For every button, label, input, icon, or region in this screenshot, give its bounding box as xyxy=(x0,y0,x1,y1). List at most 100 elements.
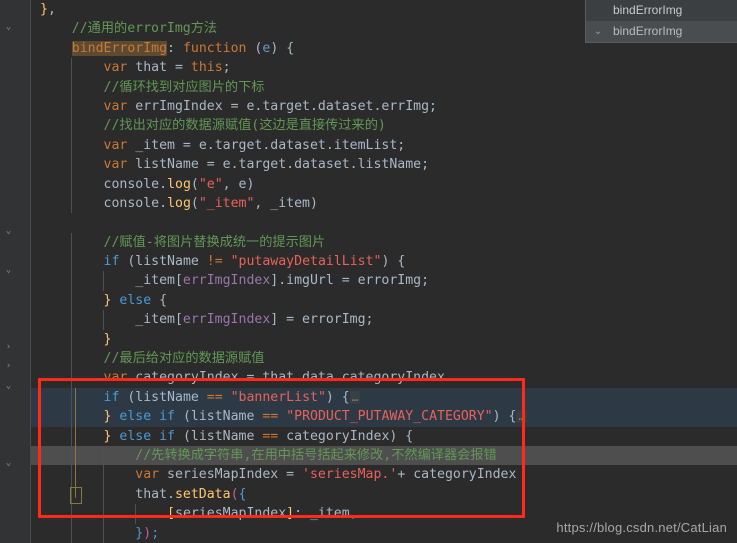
code-token: ( xyxy=(230,486,239,502)
code-line[interactable]: } else if (listName == "PRODUCT_PUTAWAY_… xyxy=(31,407,737,427)
indent-guide xyxy=(71,445,72,466)
code-token: else if xyxy=(119,409,175,425)
code-line[interactable]: //循环找到对应图片的下标 xyxy=(31,77,737,97)
code-line[interactable]: } xyxy=(31,329,737,350)
code-token: ( xyxy=(246,40,263,56)
code-token: ].imgUrl = errorImg; xyxy=(270,273,430,289)
code-token: "putawayDetailList" xyxy=(230,254,382,270)
code-line[interactable]: //先转换成字符串,在用中括号括起来修改,不然编译器会报错 xyxy=(31,445,737,466)
code-token: "PRODUCT_PUTAWAY_CATEGORY" xyxy=(286,409,493,425)
code-line[interactable]: //找出对应的数据源赋值(这边是直接传过来的) xyxy=(31,116,737,136)
code-token: errImgIndex xyxy=(182,273,271,289)
code-token: 'seriesMap.' xyxy=(302,467,398,483)
code-token: … xyxy=(516,410,528,424)
code-line[interactable]: _item[errImgIndex] = errorImg; xyxy=(31,310,737,330)
code-token: (listName xyxy=(119,389,207,405)
editor-gutter[interactable]: ⌄ ⌄ ⌄ › › ⌄ ⌄ xyxy=(0,0,31,543)
code-token: function xyxy=(182,40,247,56)
code-token: _item = e.target.dataset.itemList; xyxy=(127,137,406,153)
code-line[interactable]: //最后给对应的数据源赋值 xyxy=(31,349,737,369)
indent-guide xyxy=(71,329,72,350)
code-token: ) { xyxy=(492,409,517,425)
code-token: if xyxy=(103,389,120,405)
code-token: //找出对应的数据源赋值(这边是直接传过来的) xyxy=(103,118,386,134)
indent-guide xyxy=(71,116,72,136)
code-token: setData xyxy=(174,486,231,502)
indent-guide xyxy=(135,504,136,524)
bracket-match-guide xyxy=(75,388,76,498)
code-line[interactable]: } else if (listName == categoryIndex) { xyxy=(31,426,737,446)
code-token: ] = errorImg; xyxy=(270,312,374,328)
code-token: (listName xyxy=(175,428,263,444)
code-token: this xyxy=(190,60,223,76)
indent-guide xyxy=(71,135,72,156)
code-area[interactable]: }, //通用的errorImg方法 bindErrorImg: functio… xyxy=(31,0,737,543)
code-token: ] xyxy=(286,506,295,522)
fold-toggle-icon[interactable]: › xyxy=(3,361,14,372)
code-token: //赋值-将图片替换成统一的提示图片 xyxy=(103,234,326,250)
code-token: _item[ xyxy=(135,273,183,289)
fold-toggle-icon[interactable]: ⌄ xyxy=(3,381,14,392)
code-token: var xyxy=(103,60,128,76)
code-token: var xyxy=(103,370,128,386)
code-token: , e) xyxy=(222,176,255,192)
fold-toggle-icon[interactable]: › xyxy=(3,342,14,353)
code-token: , xyxy=(349,506,358,522)
code-line[interactable]: var listName = e.target.dataset.listName… xyxy=(31,155,737,175)
code-line[interactable]: if (listName == "bannerList") {… xyxy=(31,387,737,408)
code-token: //最后给对应的数据源赋值 xyxy=(103,351,265,367)
code-line[interactable]: var seriesMapIndex = 'seriesMap.'+ categ… xyxy=(31,465,737,485)
code-token: == xyxy=(206,389,223,405)
code-line[interactable] xyxy=(31,213,737,232)
code-token: ; xyxy=(222,60,231,76)
fold-toggle-icon[interactable]: ⌄ xyxy=(3,22,14,33)
code-token: ( xyxy=(190,195,199,211)
indent-guide xyxy=(103,465,104,485)
indent-guide xyxy=(71,193,72,214)
indent-guide xyxy=(103,310,104,330)
code-line[interactable]: } else { xyxy=(31,290,737,311)
code-line[interactable]: that.setData({ xyxy=(31,484,737,505)
code-line[interactable]: console.log("_item", _item) xyxy=(31,193,737,214)
code-line[interactable]: //赋值-将图片替换成统一的提示图片 xyxy=(31,232,737,253)
code-line[interactable]: var _item = e.target.dataset.itemList; xyxy=(31,135,737,156)
peek-row[interactable]: ⌄ bindErrorImg xyxy=(586,21,737,42)
code-token: } xyxy=(103,331,112,347)
indent-guide xyxy=(71,368,72,388)
code-token: //通用的errorImg方法 xyxy=(71,21,218,37)
code-token: "bannerList" xyxy=(230,389,326,405)
fold-toggle-icon[interactable]: ⌄ xyxy=(3,226,14,237)
code-line[interactable]: var errImgIndex = e.target.dataset.errIm… xyxy=(31,96,737,117)
indent-guide xyxy=(71,523,72,543)
code-token: //循环找到对应图片的下标 xyxy=(103,79,265,95)
chevron-down-icon[interactable]: ⌄ xyxy=(591,21,605,42)
indent-guide xyxy=(71,407,72,427)
indent-guide xyxy=(71,426,72,446)
code-line[interactable]: console.log("e", e) xyxy=(31,174,737,194)
indent-guide xyxy=(71,58,72,78)
code-token: errImgIndex xyxy=(182,312,271,328)
code-line[interactable]: var that = this; xyxy=(31,58,737,78)
code-line[interactable]: var categoryIndex = that.data.categoryIn… xyxy=(31,368,737,388)
code-token: errImgIndex = e.target.dataset.errImg; xyxy=(127,98,438,114)
code-token: : xyxy=(167,40,183,56)
code-token: ) { xyxy=(270,40,295,56)
code-token: ( xyxy=(190,176,199,192)
watermark: https://blog.csdn.net/CatLian xyxy=(556,520,727,535)
code-line[interactable]: if (listName != "putawayDetailList") { xyxy=(31,252,737,272)
fold-toggle-icon[interactable]: ⌄ xyxy=(3,458,14,469)
code-token: } xyxy=(103,409,120,425)
indent-guide xyxy=(71,387,72,408)
code-token: seriesMapIndex = xyxy=(159,467,303,483)
peek-row-label: bindErrorImg xyxy=(613,3,683,17)
peek-row[interactable]: bindErrorImg xyxy=(586,0,737,21)
code-line[interactable]: _item[errImgIndex].imgUrl = errorImg; xyxy=(31,271,737,291)
fold-toggle-icon[interactable]: ⌄ xyxy=(3,265,14,276)
indent-guide xyxy=(71,349,72,369)
peek-outline-panel[interactable]: bindErrorImg ⌄ bindErrorImg xyxy=(585,0,737,43)
